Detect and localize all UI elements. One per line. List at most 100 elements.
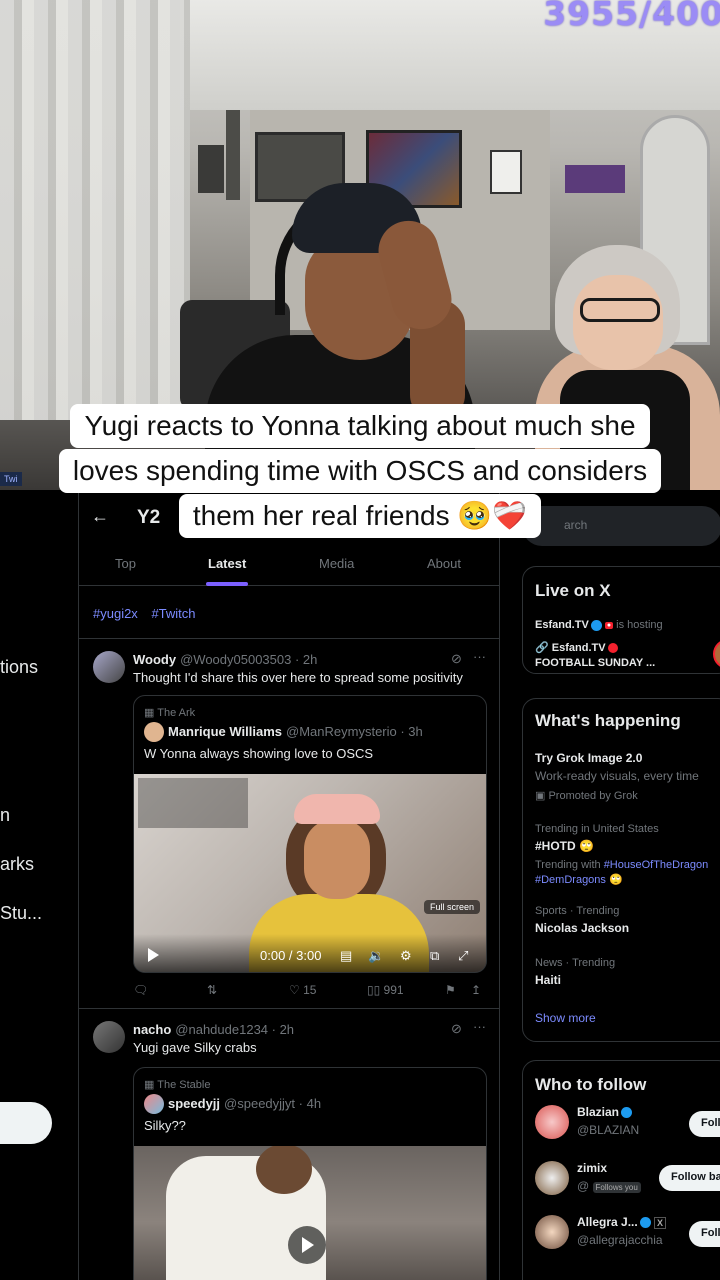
nav-item-notifications[interactable]: tions xyxy=(0,657,38,678)
video-time: 0:00 / 3:00 xyxy=(260,948,322,963)
author-handle: @Woody05003503 · 2h xyxy=(180,652,318,667)
author-name: Manrique Williams xyxy=(168,724,283,739)
more-icon[interactable]: ··· xyxy=(473,1019,486,1034)
community-name: The Ark xyxy=(157,707,196,719)
promoted-label: ▣ Promoted by Grok xyxy=(535,790,638,802)
nav-item-studio[interactable]: Stu... xyxy=(0,903,42,924)
avatar[interactable] xyxy=(535,1161,569,1195)
caption-line: them her real friends 🥹❤️‍🩹 xyxy=(178,494,542,538)
live-avatar[interactable] xyxy=(713,639,720,669)
avatar[interactable] xyxy=(93,651,125,683)
quoted-tweet[interactable]: ▦ The Stable speedyjj @speedyjjyt · 4h Si… xyxy=(133,1067,487,1280)
trend-link[interactable]: #DemDragons 🙄 xyxy=(535,873,623,886)
settings-icon[interactable]: ⚙ xyxy=(400,948,412,964)
tweet-author[interactable]: nacho @nahdude1234 · 2h xyxy=(133,1022,294,1037)
quoted-tweet[interactable]: ▦ The Ark Manrique Williams @ManReymyster… xyxy=(133,695,487,973)
room-curtain xyxy=(0,0,190,420)
tweet[interactable]: Woody @Woody05003503 · 2h ⊘ ··· Thought I… xyxy=(79,638,499,1008)
tweet-actions: 🗨 ⇅ ♡ 15 ▯▯ 991 ⚑ ↥ xyxy=(133,983,487,1003)
fullscreen-icon[interactable]: ⤢ xyxy=(458,948,468,964)
verified-icon xyxy=(590,619,602,631)
tweet-text: Thought I'd share this over here to spre… xyxy=(133,670,463,685)
follows-you-badge: Follows you xyxy=(592,1182,641,1193)
trend-link[interactable]: #HouseOfTheDragon xyxy=(604,859,709,871)
stream-title: FOOTBALL SUNDAY ... xyxy=(535,657,656,669)
user-handle: @allegrajacchia xyxy=(577,1233,663,1247)
video-chat-overlay xyxy=(138,778,248,828)
live-on-x-card: Live on X Esfand.TV ● is hosting 🔗 Esfan… xyxy=(522,566,720,674)
post-button[interactable] xyxy=(0,1102,52,1144)
tweet-text: Yugi gave Silky crabs xyxy=(133,1040,257,1055)
grok-icon[interactable]: ⊘ xyxy=(451,1021,462,1037)
x-interface: tions n arks Stu... ← Y2 Top Latest Medi… xyxy=(0,490,720,1280)
community-name: The Stable xyxy=(157,1079,211,1091)
user-name[interactable]: Allegra J... X xyxy=(577,1215,667,1229)
wall-sign xyxy=(565,165,625,193)
trend-title[interactable]: Haiti xyxy=(535,973,561,987)
hashtag-row: #yugi2x #Twitch xyxy=(93,606,206,621)
trend-title[interactable]: Nicolas Jackson xyxy=(535,921,629,935)
volume-icon[interactable]: 🔉 xyxy=(368,948,384,964)
quote-text: W Yonna always showing love to OSCS xyxy=(144,746,374,761)
video-player[interactable] xyxy=(134,1146,486,1280)
tab-latest[interactable]: Latest xyxy=(208,556,246,571)
avatar[interactable] xyxy=(535,1105,569,1139)
promo-title[interactable]: Try Grok Image 2.0 xyxy=(535,751,642,765)
grok-icon[interactable]: ⊘ xyxy=(451,651,462,667)
like-button[interactable]: ♡ 15 xyxy=(289,983,316,997)
like-count: 15 xyxy=(303,983,317,997)
hashtag-link[interactable]: #Twitch xyxy=(151,606,195,621)
bookmark-icon[interactable]: ⚑ xyxy=(445,983,456,997)
live-stream-row[interactable]: 🔗 Esfand.TV xyxy=(535,641,618,654)
pip-icon[interactable]: ⧉ xyxy=(430,948,439,964)
user-display-name: Blazian xyxy=(577,1105,620,1119)
play-icon[interactable] xyxy=(148,948,159,962)
community-context: ▦ The Ark xyxy=(144,707,196,719)
card-title: Who to follow xyxy=(535,1075,647,1094)
views-button[interactable]: ▯▯ 991 xyxy=(367,983,404,997)
tweet-author[interactable]: Woody @Woody05003503 · 2h xyxy=(133,652,317,667)
author-handle: @nahdude1234 · 2h xyxy=(175,1022,295,1037)
reply-icon[interactable]: 🗨 xyxy=(133,983,148,997)
video-subject-face xyxy=(304,819,370,899)
tab-about[interactable]: About xyxy=(427,556,461,571)
avatar[interactable] xyxy=(535,1215,569,1249)
follow-back-button[interactable]: Follow back xyxy=(659,1165,720,1191)
video-subject-head xyxy=(256,1146,312,1194)
show-more-link[interactable]: Show more xyxy=(535,1011,596,1025)
follow-button[interactable]: Follow xyxy=(689,1111,720,1137)
trend-title[interactable]: #HOTD 🙄 xyxy=(535,839,594,853)
trend-with-label: Trending with xyxy=(535,859,601,871)
nav-item-bookmarks[interactable]: arks xyxy=(0,854,34,875)
tab-top[interactable]: Top xyxy=(115,556,136,571)
user-handle: @ Follows you xyxy=(577,1179,641,1193)
user-name[interactable]: zimix xyxy=(577,1161,607,1175)
x-affiliate-icon: X xyxy=(654,1217,667,1229)
fullscreen-tooltip: Full screen xyxy=(423,900,480,914)
card-title: Live on X xyxy=(535,581,611,600)
retweet-icon[interactable]: ⇅ xyxy=(207,983,217,997)
live-badge-icon: ● xyxy=(604,621,614,629)
tab-underline xyxy=(206,582,248,586)
tab-media[interactable]: Media xyxy=(319,556,354,571)
tweet[interactable]: nacho @nahdude1234 · 2h ⊘ ··· Yugi gave S… xyxy=(79,1008,499,1280)
nav-item[interactable]: n xyxy=(0,805,10,826)
quote-author: Manrique Williams @ManReymysterio · 3h xyxy=(168,724,423,739)
user-name[interactable]: Blazian xyxy=(577,1105,633,1119)
video-caption: Yugi reacts to Yonna talking about much … xyxy=(0,404,720,539)
trend-with: Trending with #HouseOfTheDragon xyxy=(535,859,708,871)
video-player[interactable]: Full screen 0:00 / 3:00 ▤ 🔉 ⚙ ⧉ ⤢ xyxy=(134,774,486,972)
quote-author: speedyjj @speedyjjyt · 4h xyxy=(168,1096,321,1111)
more-icon[interactable]: ··· xyxy=(473,649,486,664)
search-feed: ← Y2 Top Latest Media About #yugi2x #Twi… xyxy=(78,490,500,1280)
share-icon[interactable]: ↥ xyxy=(471,983,481,997)
wall-frame xyxy=(490,150,522,194)
view-count: 991 xyxy=(383,983,404,997)
live-host-row[interactable]: Esfand.TV ● is hosting xyxy=(535,619,663,631)
avatar[interactable] xyxy=(93,1021,125,1053)
play-icon[interactable] xyxy=(288,1226,326,1264)
follow-button[interactable]: Follow xyxy=(689,1221,720,1247)
hashtag-link[interactable]: #yugi2x xyxy=(93,606,138,621)
author-name: nacho xyxy=(133,1022,172,1037)
captions-icon[interactable]: ▤ xyxy=(340,948,352,964)
